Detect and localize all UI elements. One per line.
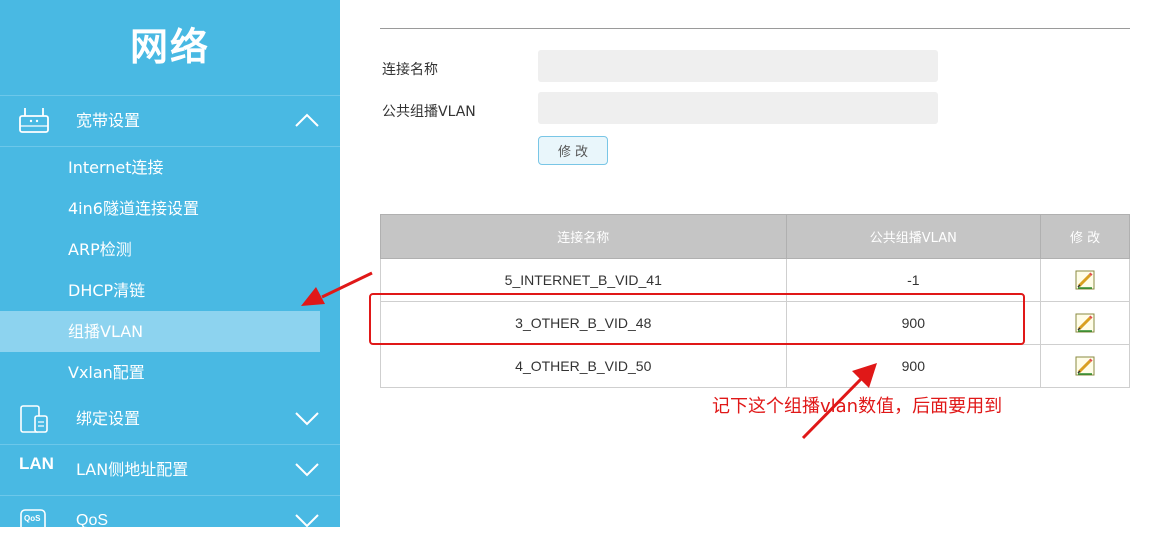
sidebar-item-dhcp[interactable]: DHCP清链 [0, 270, 340, 311]
column-header-modify: 修 改 [1040, 214, 1130, 259]
sidebar-item-4in6[interactable]: 4in6隧道连接设置 [0, 188, 340, 229]
public-vlan-input[interactable] [538, 92, 938, 124]
sidebar-section-lan[interactable]: LAN LAN侧地址配置 [0, 445, 340, 496]
column-header-public-vlan: 公共组播VLAN [785, 214, 1042, 259]
sidebar-section-qos[interactable]: QoS QoS [0, 496, 340, 546]
sidebar-section-binding[interactable]: 绑定设置 [0, 394, 340, 445]
qos-icon: QoS [20, 509, 46, 535]
edit-icon[interactable] [1075, 270, 1095, 290]
sidebar-item-internet[interactable]: Internet连接 [0, 147, 340, 188]
table-header-row: 连接名称 公共组播VLAN 修 改 [380, 214, 1130, 259]
sidebar-section-broadband[interactable]: 宽带设置 [0, 96, 340, 147]
svg-text:QoS: QoS [24, 514, 41, 523]
annotation-note: 记下这个组播vlan数值，后面要用到 [712, 396, 1003, 417]
column-header-connection-name: 连接名称 [380, 214, 787, 259]
modify-cell [1040, 344, 1130, 388]
chevron-up-icon[interactable] [294, 110, 320, 130]
devices-icon [20, 405, 48, 433]
router-icon [19, 108, 49, 133]
edit-icon[interactable] [1075, 356, 1095, 376]
lan-icon: LAN [19, 454, 54, 473]
sidebar-item-arp[interactable]: ARP检测 [0, 229, 340, 270]
public-vlan-label: 公共组播VLAN [382, 104, 476, 120]
sidebar-item-multicast-vlan[interactable]: 组播VLAN [0, 311, 320, 352]
connection-name-cell: 4_OTHER_B_VID_50 [380, 344, 787, 388]
chevron-down-icon[interactable] [294, 459, 320, 479]
connection-name-label: 连接名称 [382, 62, 438, 78]
sidebar: 网络 宽带设置 Internet连接 4in6隧道连接设置 ARP检测 DHCP… [0, 0, 340, 535]
table-row: 4_OTHER_B_VID_50 900 [380, 344, 1130, 388]
edit-icon[interactable] [1075, 313, 1095, 333]
sidebar-section-label: 绑定设置 [76, 409, 141, 428]
sidebar-section-label: QoS [76, 512, 109, 529]
sidebar-section-label: LAN侧地址配置 [76, 460, 189, 479]
chevron-down-icon[interactable] [294, 510, 320, 530]
section-divider [380, 28, 1130, 29]
modify-button[interactable]: 修改 [538, 136, 608, 165]
connection-name-input[interactable] [538, 50, 938, 82]
highlight-box [369, 293, 1025, 345]
sidebar-item-vxlan[interactable]: Vxlan配置 [0, 352, 340, 393]
modify-cell [1040, 301, 1130, 345]
vlan-cell: 900 [785, 344, 1042, 388]
sidebar-title: 网络 [0, 0, 340, 96]
modify-cell [1040, 258, 1130, 302]
chevron-down-icon[interactable] [294, 408, 320, 428]
sidebar-section-label: 宽带设置 [76, 111, 141, 130]
